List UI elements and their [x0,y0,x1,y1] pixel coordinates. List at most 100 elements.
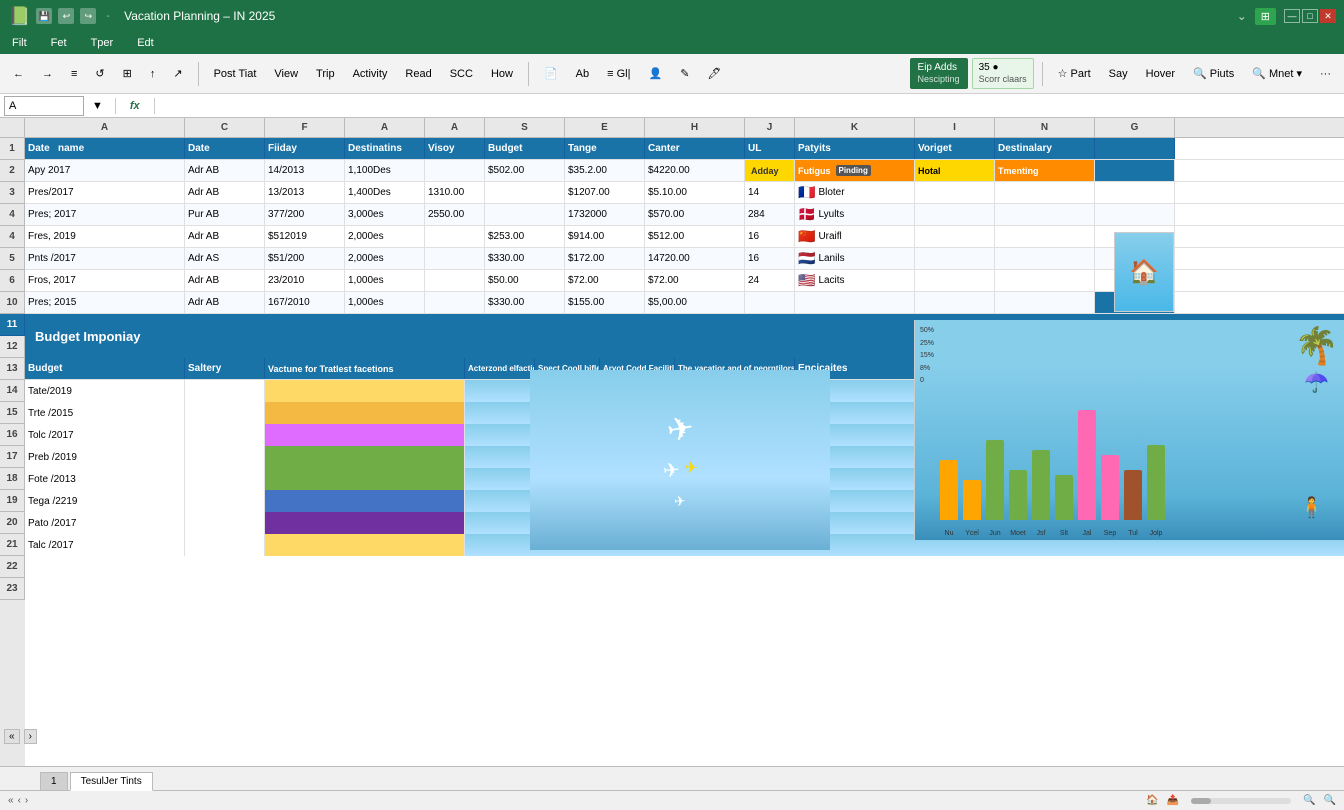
cell-n5[interactable] [995,248,1095,269]
cell-a26[interactable] [425,270,485,291]
cell-j4b[interactable]: 16 [745,226,795,247]
cell-f2[interactable]: 14/2013 [265,160,345,181]
col-header-c[interactable]: C [185,118,265,137]
gl-button[interactable]: ≡ Gl| [600,60,637,88]
col-header-j[interactable]: J [745,118,795,137]
cell-c4a[interactable]: Pur AB [185,204,265,225]
cell-h4a[interactable]: $570.00 [645,204,745,225]
budget-col-saltery[interactable]: Saltery [185,358,265,379]
name-box-expand[interactable]: ▼ [88,100,107,112]
read-button[interactable]: Read [398,60,438,88]
cell-k4a[interactable]: 🇩🇰Lyults [795,204,915,225]
status-nav-prev[interactable]: ‹ [18,795,21,806]
cell-f5[interactable]: $51/200 [265,248,345,269]
cell-h5[interactable]: 14720.00 [645,248,745,269]
cell-k4b[interactable]: 🇨🇳Uraifl [795,226,915,247]
forward-button[interactable]: → [35,60,60,88]
cell-e4b[interactable]: $914.00 [565,226,645,247]
col-header-h[interactable]: H [645,118,745,137]
scroll-bar[interactable] [1191,798,1291,804]
cell-f6[interactable]: 23/2010 [265,270,345,291]
cell-c6[interactable]: Adr AB [185,270,265,291]
grid-button[interactable]: ⊞ [116,60,139,88]
header-date-name[interactable]: Date name [25,138,185,159]
cell-aa6[interactable]: 1,000es [345,270,425,291]
row-header-16[interactable]: 16 [0,424,25,446]
status-nav-next[interactable]: › [25,795,28,806]
activity-button[interactable]: Activity [346,60,395,88]
function-button[interactable]: fx [124,100,146,112]
budget-col-budget[interactable]: Budget [25,358,185,379]
cell-l4a[interactable] [915,204,995,225]
cell-l5[interactable] [915,248,995,269]
share-status-icon[interactable]: 📤 [1167,795,1179,806]
say-button[interactable]: Say [1102,60,1135,88]
how-button[interactable]: How [484,60,520,88]
cell-aa10[interactable]: 1,000es [345,292,425,313]
cell-e6[interactable]: $72.00 [565,270,645,291]
close-button[interactable]: ✕ [1320,9,1336,23]
row-header-4a[interactable]: 4 [0,204,25,226]
cell-aa3[interactable]: 1,400Des [345,182,425,203]
row-header-21[interactable]: 21 [0,534,25,556]
cell-a10[interactable]: Pres; 2015 [25,292,185,313]
cell-h4b[interactable]: $512.00 [645,226,745,247]
col-header-g[interactable]: G [1095,118,1175,137]
cell-s4b[interactable]: $253.00 [485,226,565,247]
back-button[interactable]: ← [6,60,31,88]
menu-edt[interactable]: Edt [133,35,158,51]
cell-a24b[interactable] [425,226,485,247]
cell-c5[interactable]: Adr AS [185,248,265,269]
cell-f4a[interactable]: 377/200 [265,204,345,225]
cell-l2[interactable]: Hotal [915,160,995,181]
mnet-button[interactable]: 🔍 Mnet ▾ [1245,60,1309,88]
status-nav-back[interactable]: « [8,795,14,806]
budget-cell-a5[interactable]: Fote /2013 [25,468,185,490]
budget-cell-a6[interactable]: Tega /2219 [25,490,185,512]
cell-c4b[interactable]: Adr AB [185,226,265,247]
budget-cell-a8[interactable]: Talc /2017 [25,534,185,556]
cell-s6[interactable]: $50.00 [485,270,565,291]
cell-e5[interactable]: $172.00 [565,248,645,269]
cell-h2[interactable]: $4220.00 [645,160,745,181]
budget-cell-c1[interactable] [185,380,265,402]
cell-l3[interactable] [915,182,995,203]
cell-s3[interactable] [485,182,565,203]
budget-col-vactune[interactable]: Vactune for Tratlest facetions [265,358,465,379]
formula-input[interactable] [163,96,1340,116]
header-tange[interactable]: Tange [565,138,645,159]
budget-cell-c6[interactable] [185,490,265,512]
cell-f10[interactable]: 167/2010 [265,292,345,313]
row-header-20[interactable]: 20 [0,512,25,534]
prev-sheet-button[interactable]: « [4,729,20,744]
cell-g10[interactable]: 🏠 [1095,292,1175,313]
cell-g4a[interactable] [1095,204,1175,225]
cell-k5[interactable]: 🇳🇱Lanils [795,248,915,269]
redo-icon[interactable]: ↪ [80,8,96,24]
cell-n6[interactable] [995,270,1095,291]
scc-button[interactable]: SCC [443,60,480,88]
header-ul[interactable]: UL [745,138,795,159]
cell-j5[interactable]: 16 [745,248,795,269]
cell-a210[interactable] [425,292,485,313]
post-tiat-button[interactable]: Post Tiat [207,60,264,88]
cell-n2[interactable]: Tmenting [995,160,1095,181]
cell-j6[interactable]: 24 [745,270,795,291]
piuts-button[interactable]: 🔍 Piuts [1186,60,1241,88]
row-header-11[interactable]: 11 [0,314,25,336]
sheet-tab-2[interactable]: TesulJer Tints [70,772,153,791]
col-header-a[interactable]: A [25,118,185,137]
cell-s5[interactable]: $330.00 [485,248,565,269]
cell-a5[interactable]: Pnts /2017 [25,248,185,269]
cell-aa4a[interactable]: 3,000es [345,204,425,225]
next-sheet-button[interactable]: › [24,729,37,744]
cell-s10[interactable]: $330.00 [485,292,565,313]
menu-filt[interactable]: Filt [8,35,31,51]
header-extra[interactable] [1095,138,1175,159]
pen-button[interactable]: ✎ [673,60,696,88]
col-header-k[interactable]: K [795,118,915,137]
row-header-10[interactable]: 10 [0,292,25,314]
cell-a2[interactable]: Apy 2017 [25,160,185,181]
cell-a4b[interactable]: Fres, 2019 [25,226,185,247]
col-header-s[interactable]: S [485,118,565,137]
